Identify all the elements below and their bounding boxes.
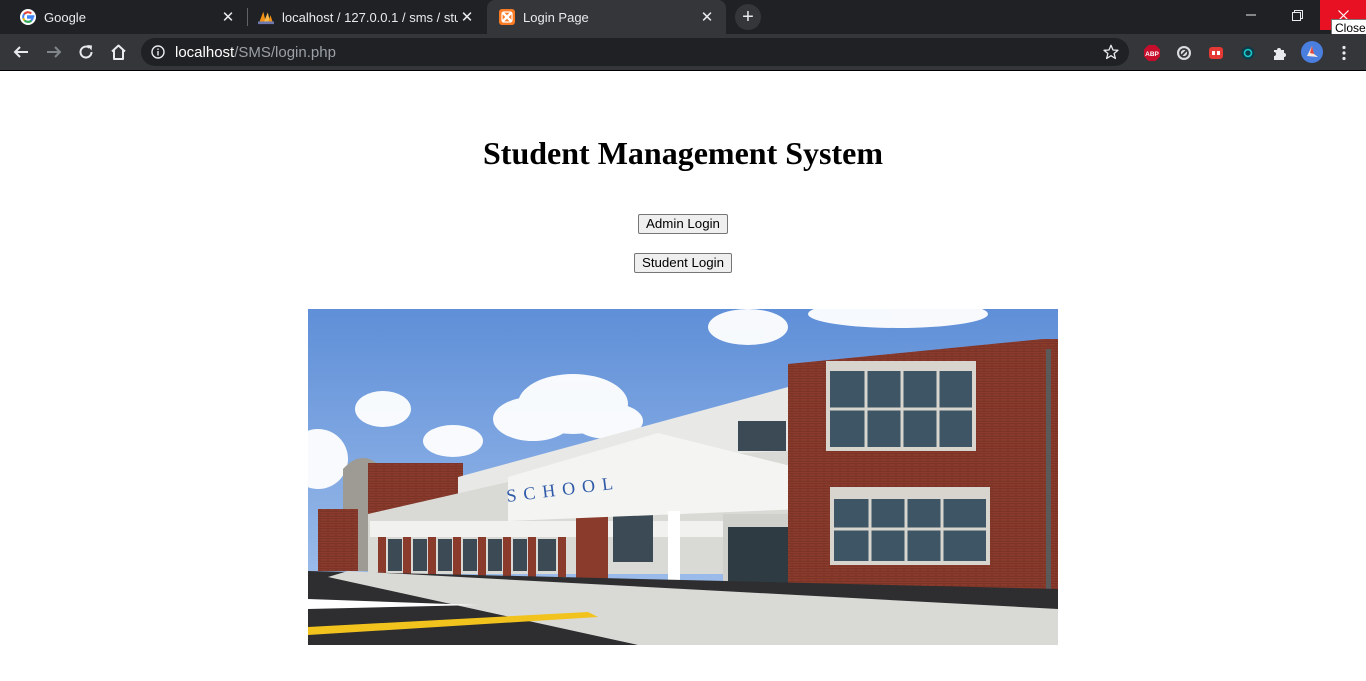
tab-title: localhost / 127.0.0.1 / sms / stude <box>282 9 458 25</box>
tab-strip: Google ✕ localhost / 127.0.0.1 / sms / s… <box>0 0 1366 34</box>
menu-dots-icon[interactable] <box>1335 44 1353 62</box>
adblock-plus-icon[interactable]: ABP <box>1143 44 1161 62</box>
school-building-image: SCHOOL <box>308 309 1058 645</box>
svg-text:ABP: ABP <box>1145 51 1159 58</box>
site-info-icon[interactable] <box>151 45 165 59</box>
forward-arrow-icon[interactable] <box>40 38 68 66</box>
xampp-icon <box>499 9 515 25</box>
admin-login-button[interactable]: Admin Login <box>638 214 728 234</box>
address-bar[interactable]: localhost/SMS/login.php <box>141 38 1129 66</box>
new-tab-button[interactable]: + <box>735 4 761 30</box>
close-tab-icon[interactable]: ✕ <box>458 8 476 26</box>
tab-phpmyadmin[interactable]: localhost / 127.0.0.1 / sms / stude ✕ <box>248 0 486 34</box>
block-site-icon[interactable] <box>1175 44 1193 62</box>
puzzle-extensions-icon[interactable] <box>1271 44 1289 62</box>
url-host: localhost <box>175 43 235 61</box>
toolbar-divider <box>0 70 1366 71</box>
tab-login-page[interactable]: Login Page ✕ <box>487 0 726 34</box>
restore-icon[interactable] <box>1274 0 1320 30</box>
tab-title: Google <box>44 9 86 25</box>
youtube-ext-icon[interactable] <box>1207 44 1225 62</box>
close-tab-icon[interactable]: ✕ <box>698 8 716 26</box>
reload-icon[interactable] <box>72 38 100 66</box>
bookmark-star-icon[interactable] <box>1103 44 1119 60</box>
phpmyadmin-icon <box>258 9 274 25</box>
url-path: /SMS/login.php <box>234 43 336 61</box>
circle-ext-icon[interactable] <box>1239 44 1257 62</box>
close-tab-icon[interactable]: ✕ <box>219 8 237 26</box>
home-icon[interactable] <box>104 38 132 66</box>
google-g-icon <box>20 9 36 25</box>
student-login-button[interactable]: Student Login <box>634 253 732 273</box>
profile-avatar-icon[interactable] <box>1301 41 1323 63</box>
url-text: localhost/SMS/login.php <box>175 44 336 61</box>
back-arrow-icon[interactable] <box>7 38 35 66</box>
minimize-icon[interactable] <box>1228 0 1274 30</box>
tab-title: Login Page <box>523 9 589 25</box>
tab-google[interactable]: Google ✕ <box>0 0 247 34</box>
browser-toolbar: localhost/SMS/login.php ABP <box>0 34 1366 70</box>
page-title: Student Management System <box>483 135 883 171</box>
